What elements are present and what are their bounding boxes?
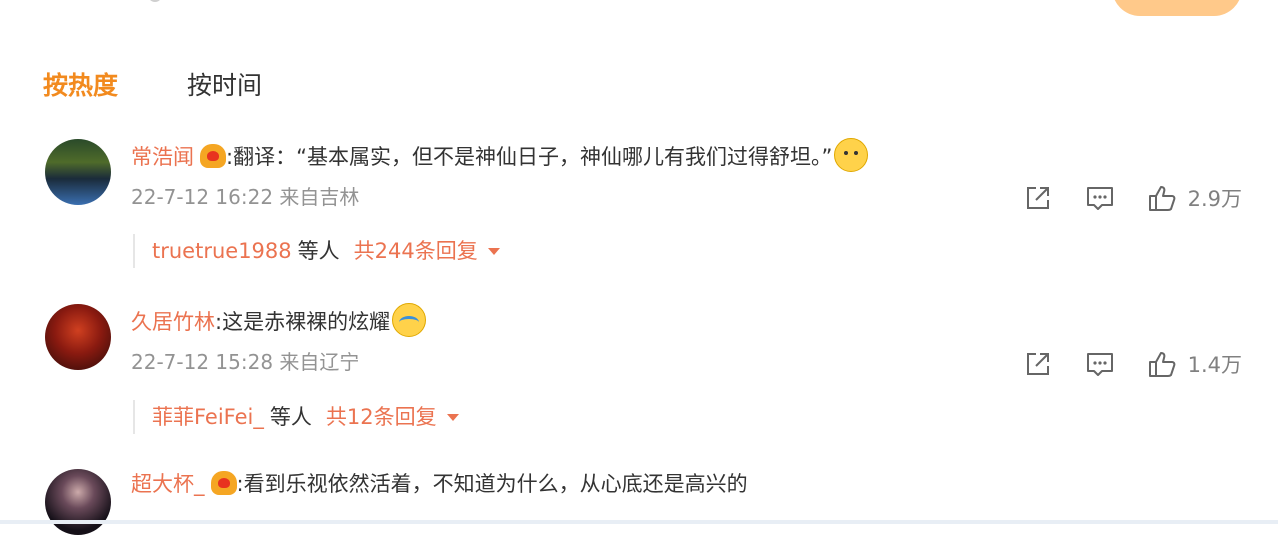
reply-etc: 等人 <box>297 239 340 263</box>
avatar[interactable] <box>45 139 111 205</box>
comment-actions: 1.4万 <box>1022 347 1242 381</box>
comment-text: 翻译：“基本属实，但不是神仙日子，神仙哪儿有我们过得舒坦。” <box>233 145 833 169</box>
comment-text: 看到乐视依然活着，不知道为什么，从心底还是高兴的 <box>243 472 748 496</box>
comment-actions: 2.9万 <box>1022 181 1242 215</box>
comment-line: 超大杯_:看到乐视依然活着，不知道为什么，从心底还是高兴的 <box>131 469 748 499</box>
comment-username[interactable]: 常浩闻 <box>131 145 194 169</box>
comment-username[interactable]: 久居竹林 <box>131 310 215 334</box>
like-icon[interactable] <box>1146 182 1178 214</box>
top-partial-element <box>148 0 162 2</box>
share-icon[interactable] <box>1022 182 1054 214</box>
reply-etc: 等人 <box>269 405 312 429</box>
like-icon[interactable] <box>1146 348 1178 380</box>
reply-total-link[interactable]: 共244条回复 <box>354 239 478 263</box>
avatar[interactable] <box>45 304 111 370</box>
comment-line: 久居竹林:这是赤裸裸的炫耀 <box>131 303 427 337</box>
dog-emoji-icon <box>834 138 869 172</box>
reply-users[interactable]: 菲菲FeiFei_ <box>152 405 264 429</box>
reply-summary[interactable]: truetrue1988 等人 共244条回复 <box>133 234 500 268</box>
vip-badge-icon <box>210 471 237 495</box>
reply-total-link[interactable]: 共12条回复 <box>326 405 437 429</box>
comment-icon[interactable] <box>1084 182 1116 214</box>
share-icon[interactable] <box>1022 348 1054 380</box>
like-count: 1.4万 <box>1187 353 1242 377</box>
avatar[interactable] <box>45 469 111 535</box>
vip-badge-icon <box>200 144 226 168</box>
like-count: 2.9万 <box>1187 187 1242 211</box>
reply-summary[interactable]: 菲菲FeiFei_ 等人 共12条回复 <box>133 400 459 434</box>
tab-sort-by-hot[interactable]: 按热度 <box>43 70 118 102</box>
reply-users[interactable]: truetrue1988 <box>152 239 292 263</box>
colon: : <box>236 472 244 496</box>
crying-emoji-icon <box>392 303 427 337</box>
comment-username[interactable]: 超大杯_ <box>131 472 205 496</box>
bottom-scroll-edge <box>0 520 1278 524</box>
tab-sort-by-time[interactable]: 按时间 <box>187 70 262 102</box>
chevron-down-icon[interactable] <box>487 248 500 255</box>
comment-icon[interactable] <box>1084 348 1116 380</box>
top-follow-button-partial[interactable] <box>1112 0 1242 16</box>
chevron-down-icon[interactable] <box>446 414 459 421</box>
comment-text: 这是赤裸裸的炫耀 <box>222 310 391 334</box>
comment-meta: 22-7-12 16:22 来自吉林 <box>131 185 360 209</box>
comment-meta: 22-7-12 15:28 来自辽宁 <box>131 350 360 374</box>
comment-line: 常浩闻:翻译：“基本属实，但不是神仙日子，神仙哪儿有我们过得舒坦。” <box>131 138 869 172</box>
